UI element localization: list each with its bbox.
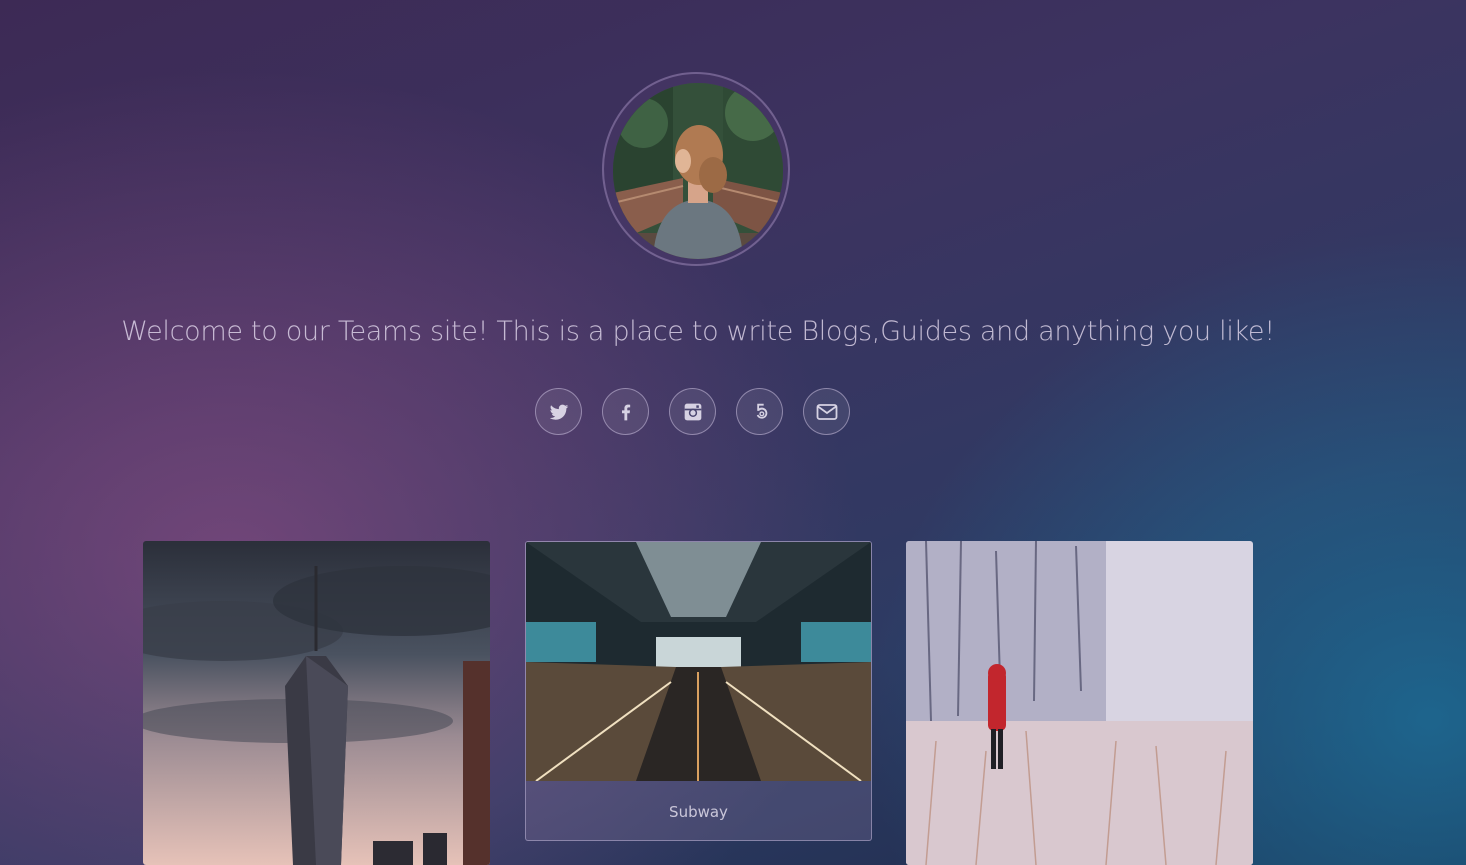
post-card-city[interactable] xyxy=(143,541,490,865)
twitter-button[interactable] xyxy=(535,388,582,435)
subway-escalator-photo xyxy=(526,542,871,781)
500px-button[interactable] xyxy=(736,388,783,435)
welcome-message: Welcome to our Teams site! This is a pla… xyxy=(121,316,1275,347)
post-card-subway[interactable]: Subway xyxy=(525,541,872,841)
social-links xyxy=(535,388,850,437)
instagram-button[interactable] xyxy=(669,388,716,435)
avatar-photo xyxy=(613,83,783,259)
snowy-forest-photo xyxy=(906,541,1253,865)
500px-icon xyxy=(756,403,767,419)
envelope-icon xyxy=(816,403,837,420)
avatar[interactable] xyxy=(613,83,783,259)
facebook-icon xyxy=(621,404,630,420)
card-caption: Subway xyxy=(669,802,728,821)
facebook-button[interactable] xyxy=(602,388,649,435)
city-skyline-photo xyxy=(143,541,490,865)
avatar-frame xyxy=(602,72,790,266)
post-card-snow[interactable] xyxy=(906,541,1253,865)
instagram-icon xyxy=(684,403,701,420)
email-button[interactable] xyxy=(803,388,850,435)
twitter-icon xyxy=(549,404,568,420)
